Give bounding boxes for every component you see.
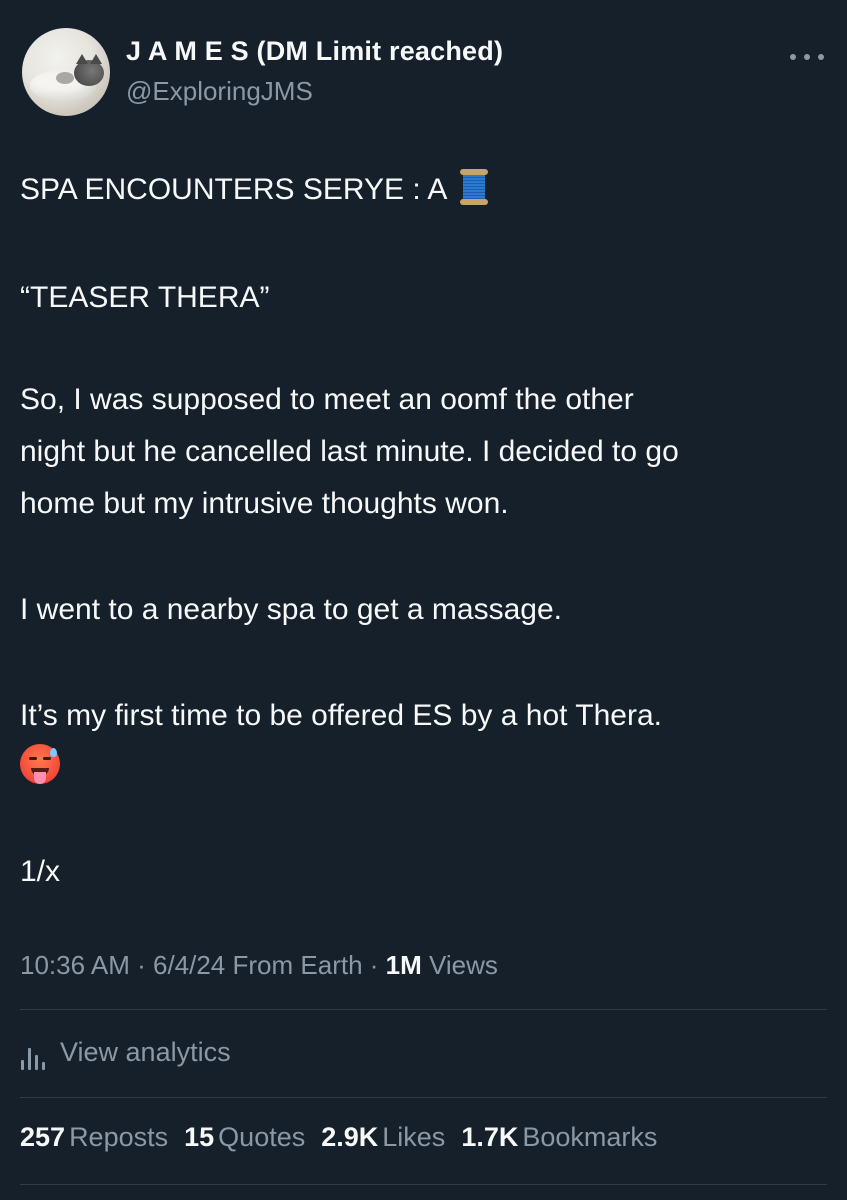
dot (818, 54, 824, 60)
tweet-text-line-7: It’s my first time to be offered ES by a… (20, 699, 662, 732)
tweet-source: From Earth (232, 950, 363, 980)
analytics-icon (20, 1038, 46, 1070)
hot-face-icon (20, 744, 60, 784)
tweet-detail: J A M E S (DM Limit reached) @ExploringJ… (0, 0, 847, 1200)
likes-count: 2.9K (321, 1122, 379, 1152)
dot (790, 54, 796, 60)
views-count: 1M (385, 950, 422, 980)
tweet-text-line-3: So, I was supposed to meet an oomf the o… (20, 383, 634, 416)
likes-label: Likes (382, 1122, 446, 1152)
tweet-text-line-6: I went to a nearby spa to get a massage. (20, 593, 562, 626)
avatar[interactable] (22, 28, 110, 116)
view-analytics-button[interactable]: View analytics (20, 1034, 231, 1070)
tweet-text-line-9: 1/x (20, 855, 61, 888)
separator-dot: · (137, 950, 153, 980)
more-options-icon[interactable] (790, 52, 824, 62)
quotes-count: 15 (184, 1122, 215, 1152)
tweet-date[interactable]: 6/4/24 (153, 950, 225, 980)
views-label: Views (429, 950, 498, 980)
tweet-text-line-5: home but my intrusive thoughts won. (20, 487, 509, 520)
reposts-label: Reposts (69, 1122, 169, 1152)
tweet-time[interactable]: 10:36 AM (20, 950, 130, 980)
bookmarks-count: 1.7K (461, 1122, 519, 1152)
separator-dot: · (369, 950, 386, 980)
tweet-text-line-2: “TEASER THERA” (20, 281, 270, 314)
reposts-stat[interactable]: 257 Reposts (20, 1122, 168, 1153)
divider (20, 1097, 827, 1098)
avatar-cat-ear (90, 54, 102, 64)
tweet-meta: 10:36 AM · 6/4/24 From Earth · 1M Views (20, 950, 498, 981)
quotes-label: Quotes (218, 1122, 306, 1152)
tweet-text-line-1: SPA ENCOUNTERS SERYE : A (20, 173, 446, 206)
avatar-cat-spot (56, 72, 74, 84)
bookmarks-label: Bookmarks (522, 1122, 658, 1152)
quotes-stat[interactable]: 15 Quotes (184, 1122, 305, 1153)
tweet-text-line-4: night but he cancelled last minute. I de… (20, 435, 679, 468)
divider (20, 1184, 827, 1185)
author-name[interactable]: J A M E S (DM Limit reached) (126, 36, 503, 67)
avatar-cat-ear (76, 54, 88, 64)
divider (20, 1009, 827, 1010)
spool-of-thread-icon (460, 169, 489, 205)
likes-stat[interactable]: 2.9K Likes (321, 1122, 445, 1153)
author-handle[interactable]: @ExploringJMS (126, 76, 313, 107)
view-analytics-label: View analytics (60, 1036, 231, 1067)
dot (804, 54, 810, 60)
tweet-text-line: SPA ENCOUNTERS SERYE : A (20, 164, 489, 216)
bookmarks-stat[interactable]: 1.7K Bookmarks (461, 1122, 657, 1153)
reposts-count: 257 (20, 1122, 66, 1152)
engagement-stats: 257 Reposts 15 Quotes 2.9K Likes 1.7K Bookma… (20, 1122, 657, 1153)
